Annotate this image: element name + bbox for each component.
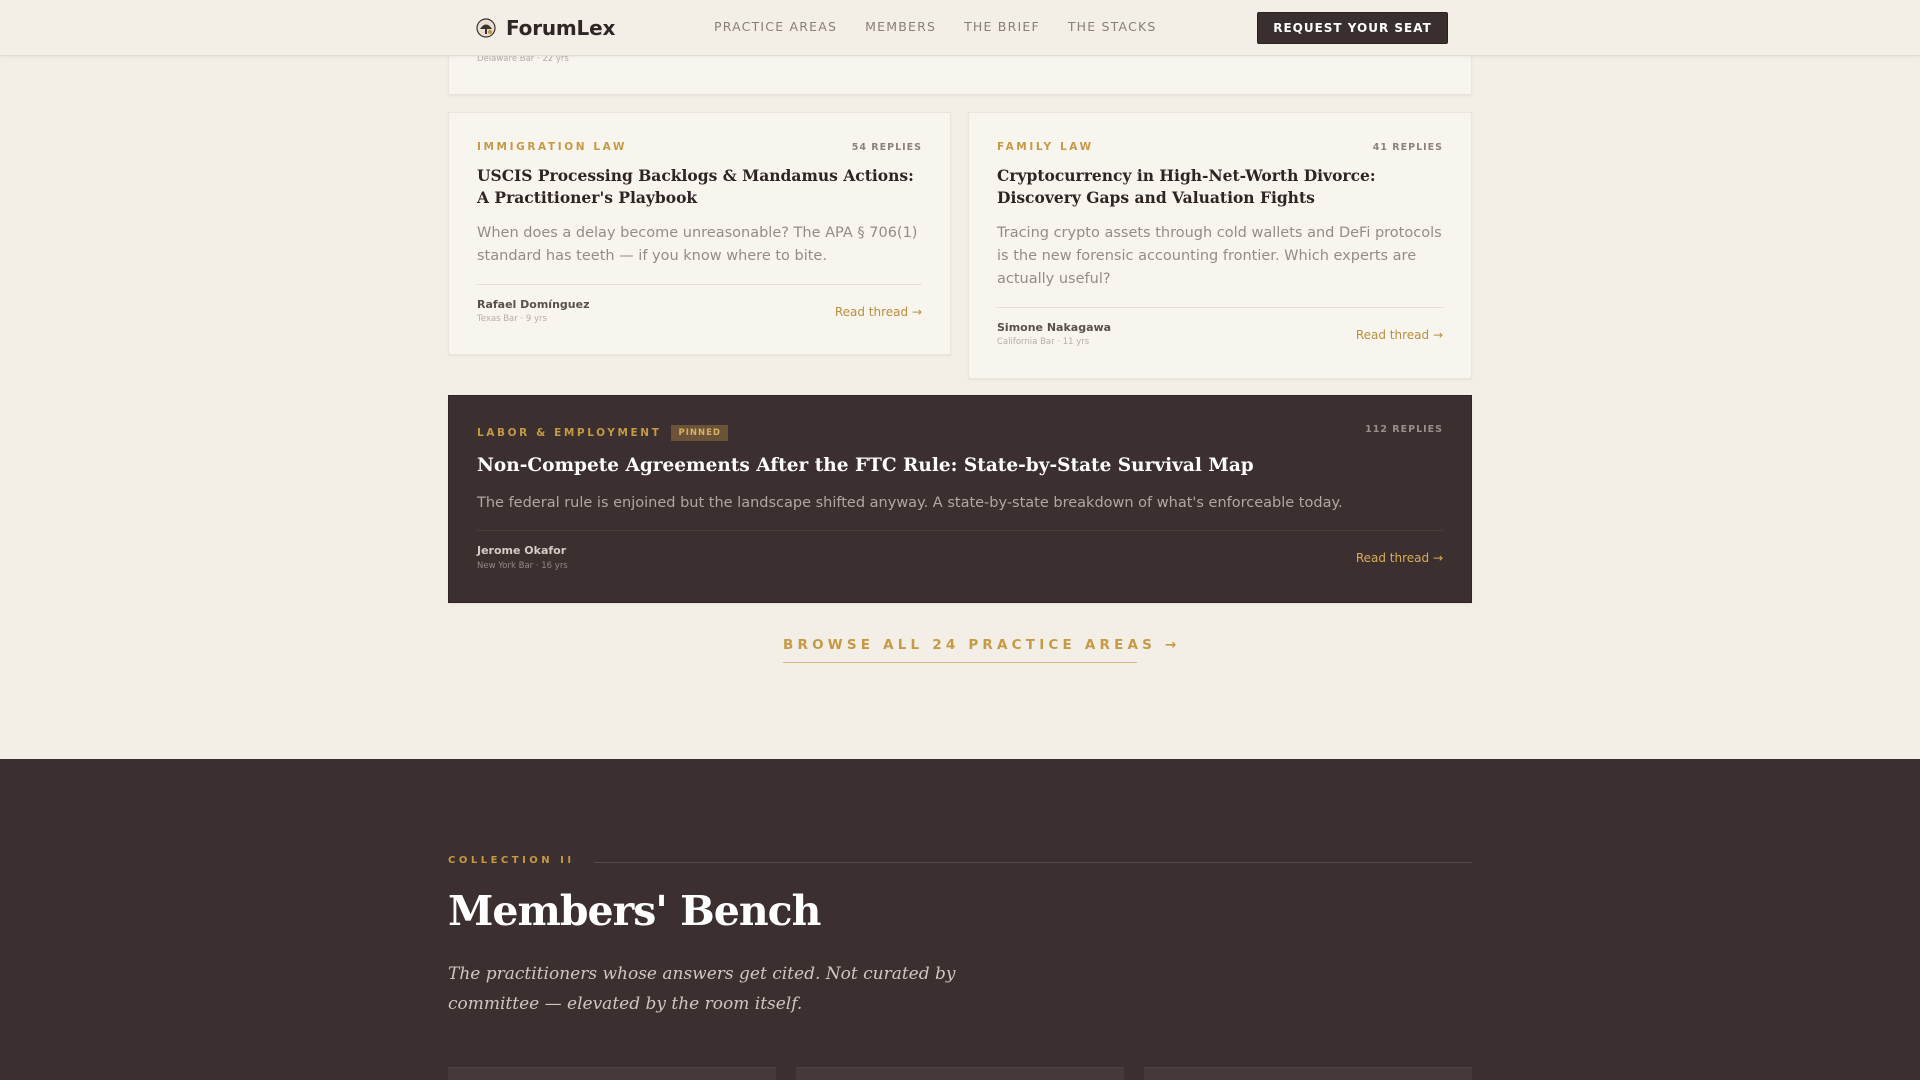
nav-the-stacks[interactable]: THE STACKS [1068, 19, 1157, 34]
browse-practice-areas-link[interactable]: BROWSE ALL 24 PRACTICE AREAS → [783, 637, 1176, 663]
reply-count: 112 REPLIES [1365, 424, 1443, 435]
scales-logo-icon [476, 18, 496, 38]
category-label: LABOR & EMPLOYMENT PINNED [477, 425, 728, 441]
section-title: Members' Bench [448, 887, 821, 935]
read-thread-link[interactable]: Read thread → [835, 305, 922, 319]
author-meta: California Bar · 11 yrs [997, 337, 1090, 347]
divider [997, 307, 1443, 308]
category-label[interactable]: IMMIGRATION LAW [477, 141, 627, 153]
member-card[interactable] [448, 1067, 776, 1080]
main-nav: PRACTICE AREAS MEMBERS THE BRIEF THE STA… [714, 19, 1157, 34]
members-bench-section: COLLECTION II Members' Bench The practit… [0, 759, 1920, 1080]
member-card[interactable] [1144, 1067, 1472, 1080]
reply-count: 41 REPLIES [1372, 142, 1443, 153]
site-header: ForumLex PRACTICE AREAS MEMBERS THE BRIE… [0, 0, 1920, 56]
brand-logo[interactable]: ForumLex [476, 16, 615, 40]
thread-card-featured[interactable]: LABOR & EMPLOYMENT PINNED 112 REPLIES No… [448, 395, 1472, 603]
thread-excerpt: When does a delay become unreasonable? T… [477, 225, 918, 264]
divider [477, 284, 922, 285]
brand-name: ForumLex [506, 16, 616, 40]
section-eyebrow: COLLECTION II [448, 855, 575, 866]
read-thread-link[interactable]: Read thread → [1356, 551, 1443, 565]
request-seat-button[interactable]: REQUEST YOUR SEAT [1257, 12, 1448, 44]
author-name[interactable]: Jerome Okafor [477, 544, 566, 557]
reply-count: 54 REPLIES [851, 142, 922, 153]
member-card[interactable] [796, 1067, 1124, 1080]
category-name[interactable]: LABOR & EMPLOYMENT [477, 427, 661, 439]
nav-the-brief[interactable]: THE BRIEF [964, 19, 1040, 34]
thread-title[interactable]: Non-Compete Agreements After the FTC Rul… [477, 453, 1443, 479]
read-thread-link[interactable]: Read thread → [1356, 328, 1443, 342]
thread-title[interactable]: Cryptocurrency in High-Net-Worth Divorce… [997, 165, 1443, 209]
category-label[interactable]: FAMILY LAW [997, 141, 1094, 153]
author-name[interactable]: Simone Nakagawa [997, 321, 1111, 334]
thread-excerpt: Tracing crypto assets through cold walle… [997, 225, 1442, 287]
thread-card-family[interactable]: FAMILY LAW 41 REPLIES Cryptocurrency in … [968, 112, 1472, 379]
thread-excerpt: The federal rule is enjoined but the lan… [477, 495, 1343, 511]
thread-title[interactable]: USCIS Processing Backlogs & Mandamus Act… [477, 165, 922, 209]
author-meta: Texas Bar · 9 yrs [477, 314, 547, 324]
divider [477, 530, 1443, 531]
pinned-badge: PINNED [671, 425, 728, 441]
eyebrow-divider [594, 862, 1472, 863]
nav-practice-areas[interactable]: PRACTICE AREAS [714, 19, 837, 34]
author-meta: New York Bar · 16 yrs [477, 561, 568, 571]
thread-card-immigration[interactable]: IMMIGRATION LAW 54 REPLIES USCIS Process… [448, 112, 951, 355]
section-lede: The practitioners whose answers get cite… [448, 964, 956, 1014]
nav-members[interactable]: MEMBERS [865, 19, 936, 34]
author-name[interactable]: Rafael Domínguez [477, 298, 589, 311]
